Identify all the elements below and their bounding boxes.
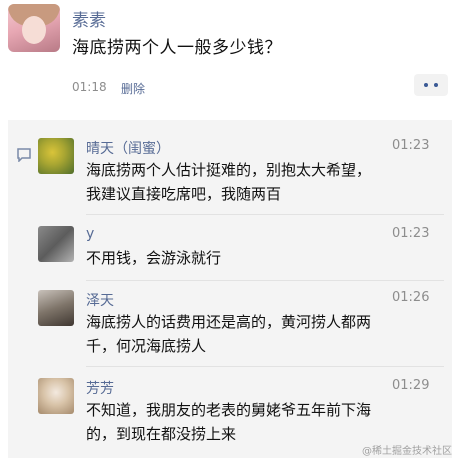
- divider: [86, 280, 444, 281]
- comment-bubble-icon: [17, 148, 31, 162]
- comment-text: 不用钱，会游泳就行: [86, 249, 222, 267]
- commenter-avatar[interactable]: [38, 290, 74, 326]
- author-avatar[interactable]: [8, 4, 60, 52]
- post-text: 海底捞两个人一般多少钱？: [72, 38, 282, 58]
- commenter-name[interactable]: 晴天（闺蜜）: [86, 138, 170, 158]
- moment-post: 素素 海底捞两个人一般多少钱？ 01:18 删除: [0, 0, 460, 112]
- divider: [86, 214, 444, 215]
- commenter-avatar[interactable]: [38, 226, 74, 262]
- more-dots-icon[interactable]: [414, 74, 448, 96]
- commenter-avatar[interactable]: [38, 378, 74, 414]
- comment-time: 01:29: [392, 378, 430, 393]
- author-name[interactable]: 素素: [72, 6, 106, 31]
- comment-time: 01:26: [392, 290, 430, 305]
- divider: [86, 366, 444, 367]
- commenter-name[interactable]: 芳芳: [86, 378, 114, 398]
- commenter-name[interactable]: 泽天: [86, 290, 114, 310]
- commenter-name[interactable]: y: [86, 226, 94, 242]
- comment-text: 不知道，我朋友的老表的舅姥爷五年前下海 的，到现在都没捞上来: [86, 401, 372, 443]
- comment-time: 01:23: [392, 226, 430, 241]
- watermark: @稀土掘金技术社区: [362, 446, 452, 457]
- commenter-avatar[interactable]: [38, 138, 74, 174]
- comment-text: 海底捞人的话费用还是高的，黄河捞人都两 千，何况海底捞人: [86, 313, 372, 355]
- comment-time: 01:23: [392, 138, 430, 153]
- delete-link[interactable]: 删除: [121, 80, 145, 97]
- comment-text: 海底捞两个人估计挺难的，别抱太大希望， 我建议直接吃席吧，我随两百: [86, 161, 372, 203]
- post-time: 01:18: [72, 80, 107, 94]
